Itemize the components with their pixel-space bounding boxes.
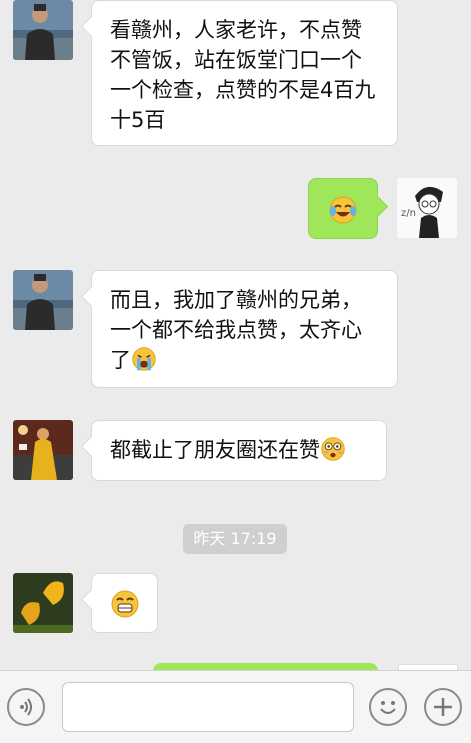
- message-bubble[interactable]: [308, 178, 378, 239]
- message-bubble[interactable]: 而且，我加了赣州的兄弟，一个都不给我点赞，太齐心了: [91, 270, 398, 388]
- message-bubble[interactable]: [91, 573, 158, 633]
- voice-icon[interactable]: [7, 688, 45, 726]
- message-bubble[interactable]: 都截止了朋友圈还在赞: [91, 420, 387, 481]
- input-bar: [0, 670, 471, 743]
- grin-emoji: [111, 590, 139, 618]
- message-text: 都截止了朋友圈还在赞: [110, 438, 320, 462]
- plus-icon[interactable]: [424, 688, 462, 726]
- avatar[interactable]: [13, 270, 73, 330]
- timestamp: 昨天 17:19: [183, 524, 287, 554]
- avatar[interactable]: [13, 0, 73, 60]
- svg-text:z/n: z/n: [401, 208, 416, 219]
- message-bubble[interactable]: 看赣州，人家老许，不点赞不管饭，站在饭堂门口一个一个检查，点赞的不是4百九十5百: [91, 0, 398, 146]
- avatar[interactable]: [13, 573, 73, 633]
- crying-emoji: [132, 347, 156, 371]
- avatar[interactable]: [13, 420, 73, 480]
- message-text: 看赣州，人家老许，不点赞不管饭，站在饭堂门口一个一个检查，点赞的不是4百九十5百: [110, 18, 376, 132]
- emoji-smile-icon[interactable]: [369, 688, 407, 726]
- message-input[interactable]: [62, 682, 354, 732]
- shocked-emoji: [321, 437, 345, 461]
- avatar[interactable]: z/n: [397, 178, 457, 238]
- laugh-cry-emoji: [329, 196, 357, 224]
